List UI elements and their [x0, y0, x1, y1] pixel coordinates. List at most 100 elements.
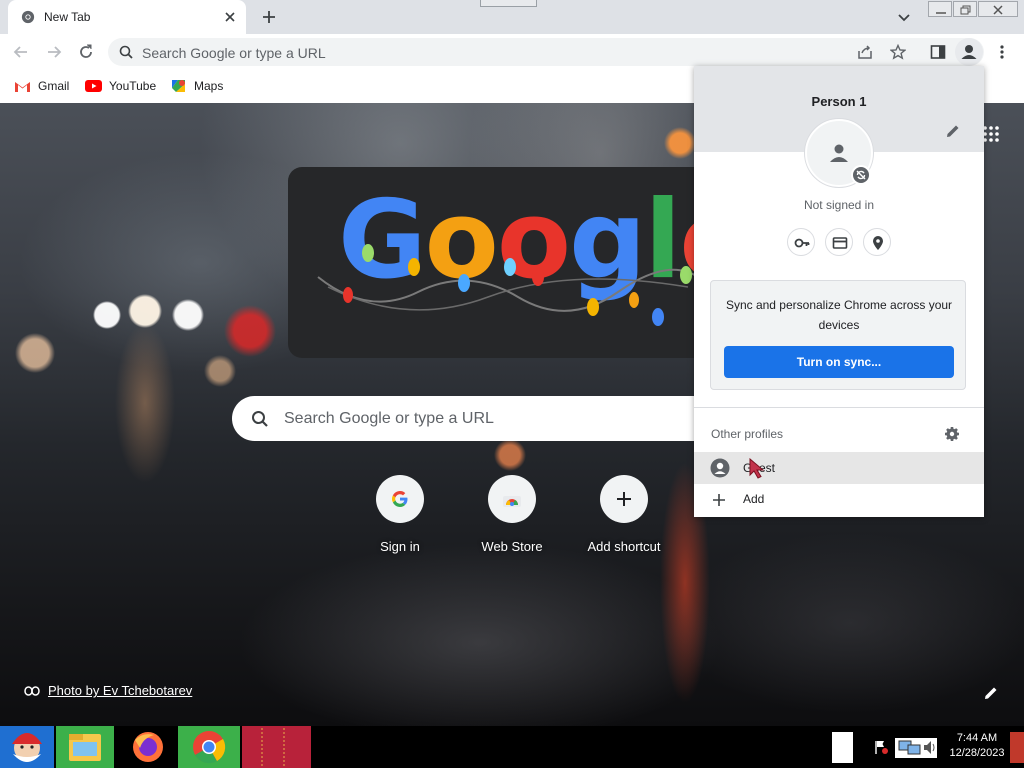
sync-off-icon: [853, 167, 869, 183]
bookmark-label: Maps: [194, 79, 224, 93]
taskbar-chrome[interactable]: [178, 726, 240, 768]
action-center-flag-icon[interactable]: [873, 739, 889, 755]
shortcut-add[interactable]: Add shortcut: [568, 475, 680, 571]
bookmark-label: YouTube: [109, 79, 157, 93]
tab-strip: New Tab: [0, 0, 1024, 34]
reload-icon[interactable]: [77, 43, 95, 61]
bookmark-label: Gmail: [38, 79, 70, 93]
shortcut-label: Sign in: [380, 539, 420, 554]
close-window-button[interactable]: [978, 1, 1018, 17]
clock-date: 12/28/2023: [949, 747, 1005, 759]
back-icon[interactable]: [12, 43, 30, 61]
search-placeholder: Search Google or type a URL: [284, 410, 494, 427]
pencil-icon[interactable]: [983, 685, 999, 701]
show-desktop-button[interactable]: [1010, 732, 1024, 763]
clock-time: 7:44 AM: [956, 732, 998, 744]
profile-button[interactable]: [955, 38, 983, 66]
folder-icon: [69, 734, 101, 761]
credit-card-icon: [832, 237, 848, 249]
sync-promo-text: Sync and personalize Chrome across your …: [725, 298, 953, 332]
location-pin-icon: [873, 236, 883, 250]
new-tab-button[interactable]: [260, 8, 278, 26]
restore-icon: [960, 5, 971, 15]
person-circle-icon: [710, 458, 730, 478]
add-label: Add: [743, 492, 765, 506]
shortcut-tile: [488, 475, 536, 523]
taskbar-clock[interactable]: 7:44 AM 12/28/2023: [942, 731, 1012, 761]
tab-title: New Tab: [44, 10, 91, 24]
firefox-icon: [133, 732, 163, 762]
other-profiles-heading: Other profiles: [711, 427, 784, 441]
photo-credit-link[interactable]: Photo by Ev Tchebotarev: [24, 683, 192, 698]
google-doodle[interactable]: Google: [288, 167, 708, 358]
restore-button[interactable]: [953, 1, 977, 17]
person-icon: [961, 45, 977, 59]
payment-methods-button[interactable]: [825, 228, 853, 256]
close-icon[interactable]: [222, 9, 238, 25]
start-button[interactable]: [0, 726, 54, 768]
santa-start-icon: [12, 733, 42, 762]
chrome-icon: [21, 10, 35, 24]
bookmark-youtube[interactable]: YouTube: [85, 76, 156, 96]
chrome-icon: [193, 731, 226, 764]
turn-on-sync-button[interactable]: Turn on sync...: [724, 346, 954, 378]
passwords-button[interactable]: [787, 228, 815, 256]
shortcut-tile: [376, 475, 424, 523]
taskbar-firefox[interactable]: [118, 726, 176, 768]
ntp-search-box[interactable]: Search Google or type a URL: [232, 396, 752, 441]
share-icon[interactable]: [857, 44, 873, 60]
link-icon: [24, 685, 40, 696]
network-volume-icon[interactable]: [894, 735, 938, 759]
key-icon: [794, 238, 810, 248]
toolbar: Search Google or type a URL: [0, 34, 1024, 70]
apps-grid-icon[interactable]: [982, 125, 1000, 143]
shortcut-web-store[interactable]: Web Store: [456, 475, 568, 571]
address-bar-placeholder: Search Google or type a URL: [142, 45, 326, 61]
sync-promo-card: Sync and personalize Chrome across your …: [710, 280, 966, 390]
gmail-icon: [15, 81, 30, 92]
youtube-icon: [85, 80, 102, 92]
person-icon: [830, 144, 848, 162]
add-profile-item[interactable]: Add: [694, 484, 984, 516]
tab-new-tab[interactable]: New Tab: [8, 0, 246, 34]
taskbar: 7:44 AM 12/28/2023: [0, 726, 1024, 768]
shortcut-tile: [600, 475, 648, 523]
close-icon: [993, 5, 1003, 15]
bookmark-gmail[interactable]: Gmail: [14, 76, 69, 96]
search-icon: [119, 45, 133, 59]
minimize-button[interactable]: [928, 1, 952, 17]
holiday-lights-decoration: [317, 244, 699, 326]
chevron-down-icon[interactable]: [896, 9, 912, 25]
guest-profile-item[interactable]: Guest: [694, 452, 984, 484]
tray-notification-area[interactable]: [832, 732, 853, 763]
bookmark-star-icon[interactable]: [890, 44, 906, 60]
app-window-icon: [261, 728, 285, 766]
shortcut-label: Web Store: [481, 539, 543, 554]
profile-name: Person 1: [811, 94, 867, 109]
maps-icon: [172, 80, 185, 92]
side-panel-icon[interactable]: [929, 43, 947, 61]
addresses-button[interactable]: [863, 228, 891, 256]
photo-credit-text: Photo by Ev Tchebotarev: [48, 683, 193, 698]
window-drag-handle[interactable]: [480, 0, 537, 7]
sign-in-status: Not signed in: [803, 198, 875, 212]
taskbar-file-explorer[interactable]: [56, 726, 114, 768]
taskbar-app[interactable]: [242, 726, 311, 768]
forward-icon[interactable]: [45, 43, 63, 61]
plus-icon: [617, 492, 631, 506]
shortcut-sign-in[interactable]: Sign in: [344, 475, 456, 571]
profile-menu: Person 1 Not signed in Sync and personal…: [694, 66, 984, 517]
google-g-icon: [392, 491, 408, 507]
menu-kebab-icon[interactable]: [993, 43, 1011, 61]
gear-icon[interactable]: [944, 426, 960, 442]
sync-off-badge: [851, 165, 871, 185]
pencil-icon[interactable]: [945, 123, 961, 139]
divider: [694, 407, 984, 408]
bookmark-maps[interactable]: Maps: [170, 76, 223, 96]
plus-icon: [713, 494, 725, 506]
mouse-cursor-icon: [749, 458, 765, 479]
web-store-icon: [503, 496, 521, 507]
shortcut-label: Add shortcut: [587, 539, 661, 554]
search-icon: [252, 411, 268, 427]
address-bar[interactable]: Search Google or type a URL: [108, 38, 984, 66]
